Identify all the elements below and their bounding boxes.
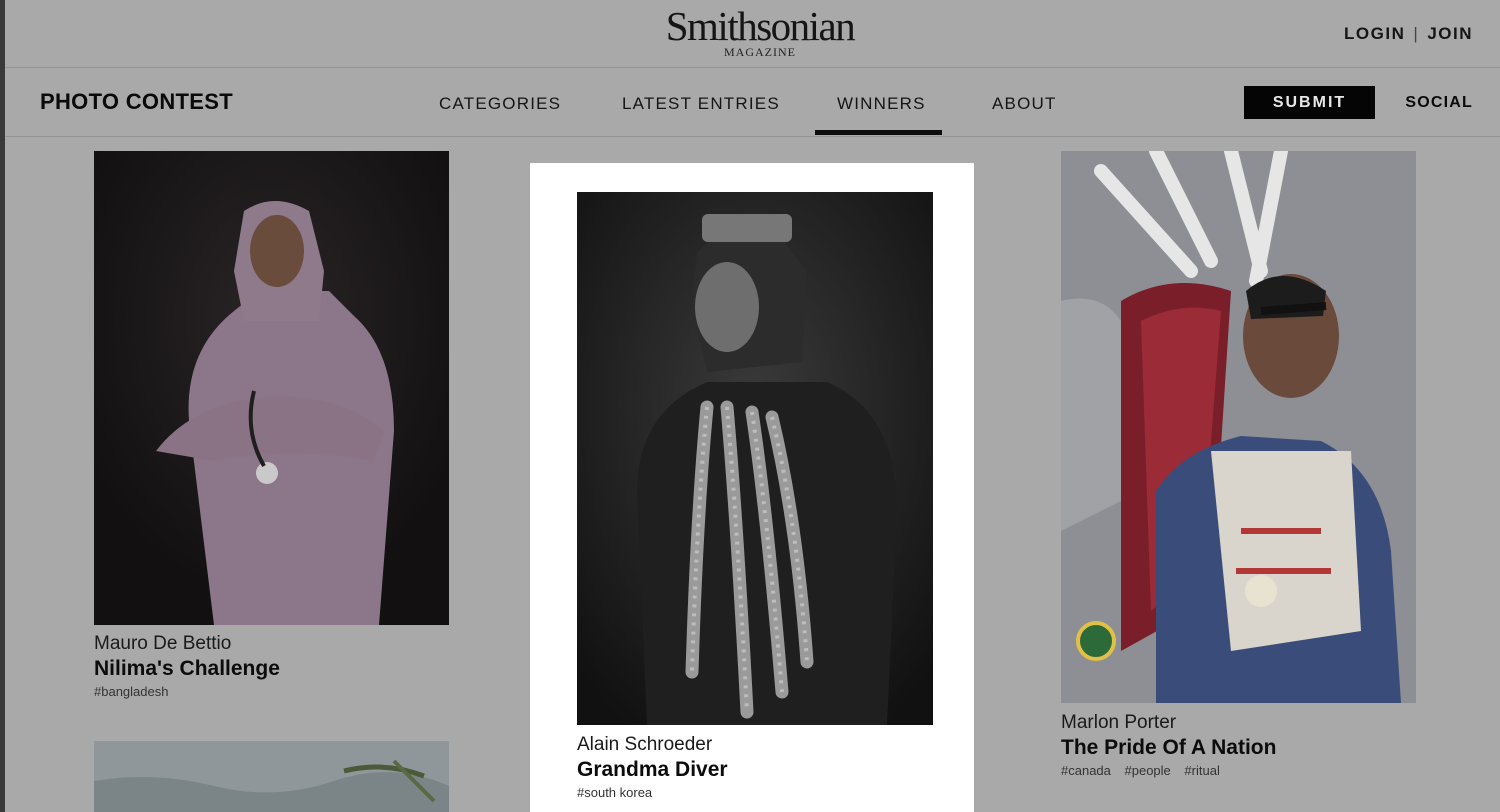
auth-separator: | xyxy=(1413,24,1420,43)
entry-photo-partial[interactable] xyxy=(94,741,449,812)
entry-title[interactable]: Grandma Diver xyxy=(577,758,728,782)
tag-link[interactable]: #people xyxy=(1125,763,1171,778)
social-link[interactable]: SOCIAL xyxy=(1405,94,1473,112)
entry-tags: #canada #people #ritual xyxy=(1061,763,1230,778)
entry-author[interactable]: Mauro De Bettio xyxy=(94,633,231,655)
entry-photo[interactable] xyxy=(1061,151,1416,703)
nav-about[interactable]: ABOUT xyxy=(992,94,1057,114)
entry-title[interactable]: The Pride Of A Nation xyxy=(1061,736,1276,760)
tag-link[interactable]: #canada xyxy=(1061,763,1111,778)
entry-author[interactable]: Alain Schroeder xyxy=(577,734,712,756)
nav-categories[interactable]: CATEGORIES xyxy=(439,94,561,114)
contest-title[interactable]: PHOTO CONTEST xyxy=(40,89,233,115)
entry-author[interactable]: Marlon Porter xyxy=(1061,712,1176,734)
entry-tags: #south korea xyxy=(577,785,662,800)
entry-photo[interactable] xyxy=(577,192,933,725)
nav-winners[interactable]: WINNERS xyxy=(837,94,926,114)
entry-tags: #bangladesh xyxy=(94,684,178,699)
nav-latest-entries[interactable]: LATEST ENTRIES xyxy=(622,94,780,114)
smithsonian-logo[interactable]: Smithsonian MAGAZINE xyxy=(665,3,856,59)
entry-photo[interactable] xyxy=(94,151,449,625)
contest-nav: PHOTO CONTEST CATEGORIES LATEST ENTRIES … xyxy=(5,69,1500,137)
login-link[interactable]: LOGIN xyxy=(1344,24,1405,44)
logo-wordmark: Smithsonian xyxy=(665,3,856,49)
tag-link[interactable]: #ritual xyxy=(1184,763,1219,778)
tag-link[interactable]: #bangladesh xyxy=(94,684,168,699)
tag-link[interactable]: #south korea xyxy=(577,785,652,800)
site-masthead: Smithsonian MAGAZINE LOGIN | JOIN xyxy=(5,0,1500,68)
join-link[interactable]: JOIN xyxy=(1427,24,1473,44)
auth-links: LOGIN | JOIN xyxy=(1344,24,1473,44)
active-tab-underline xyxy=(815,130,942,135)
entry-title[interactable]: Nilima's Challenge xyxy=(94,657,280,681)
submit-button[interactable]: SUBMIT xyxy=(1244,86,1375,119)
